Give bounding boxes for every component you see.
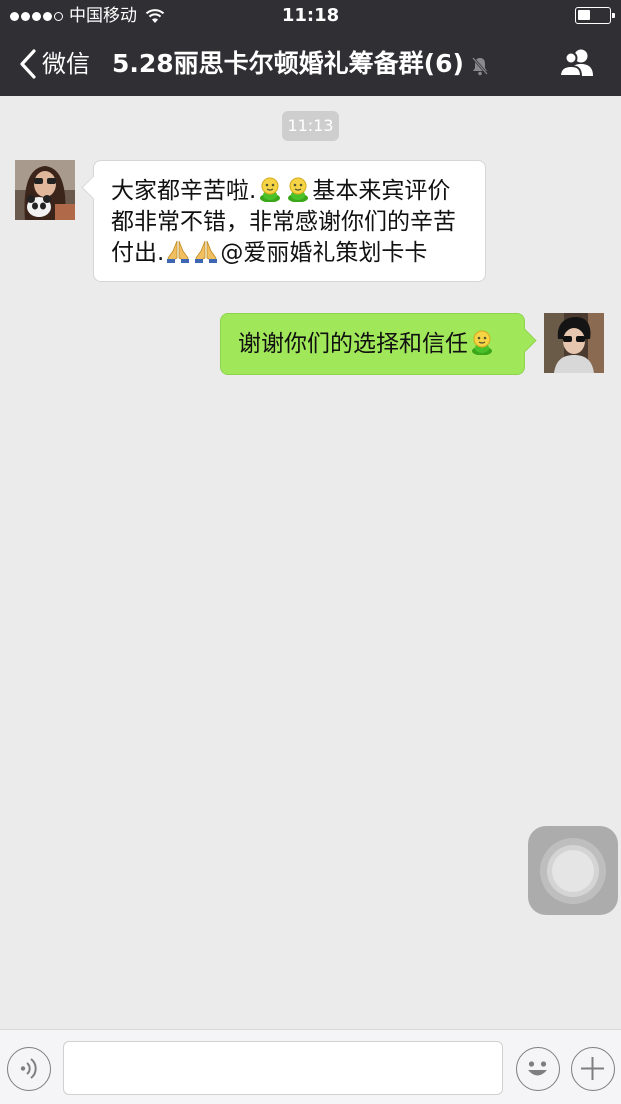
avatar-outgoing[interactable] bbox=[544, 313, 604, 373]
praying-hands-emoji-icon bbox=[165, 238, 191, 264]
assistive-touch-icon[interactable] bbox=[528, 826, 618, 915]
battery-icon bbox=[575, 7, 615, 24]
emoji-icon bbox=[528, 1061, 547, 1076]
back-label: 微信 bbox=[42, 50, 90, 78]
message-input[interactable] bbox=[63, 1041, 503, 1095]
message-line: 都非常不错，非常感谢你们的辛苦 bbox=[111, 209, 456, 235]
outgoing-message-bubble[interactable]: 谢谢你们的选择和信任 bbox=[220, 313, 525, 375]
more-button[interactable] bbox=[571, 1047, 615, 1091]
voice-button[interactable] bbox=[7, 1047, 51, 1091]
message-text: 付出. bbox=[111, 240, 165, 266]
message-text: 基本来宾评价 bbox=[312, 178, 451, 204]
message-text: 大家都辛苦啦. bbox=[111, 178, 257, 204]
avatar-incoming[interactable] bbox=[15, 160, 75, 220]
chat-area[interactable]: 11:13 大家都辛苦啦. 基本来宾评价 都非常不错，非常感谢你们的辛苦 付出. @… bbox=[0, 96, 621, 1029]
green-smiley-emoji-icon bbox=[469, 329, 495, 355]
message-timestamp: 11:13 bbox=[282, 111, 339, 141]
chat-title: 5.28丽思卡尔顿婚礼筹备群(6) bbox=[112, 46, 490, 82]
emoji-button[interactable] bbox=[516, 1047, 560, 1091]
nav-bar: 微信 5.28丽思卡尔顿婚礼筹备群(6) bbox=[0, 32, 621, 96]
green-smiley-emoji-icon bbox=[257, 176, 283, 202]
group-members-icon[interactable] bbox=[559, 48, 595, 78]
message-text: 谢谢你们的选择和信任 bbox=[238, 331, 468, 357]
green-smiley-emoji-icon bbox=[285, 176, 311, 202]
input-bar bbox=[0, 1029, 621, 1104]
message-mention: @爱丽婚礼策划卡卡 bbox=[220, 240, 428, 266]
status-time: 11:18 bbox=[281, 5, 340, 26]
top-header: 中国移动 11:18 微信 5.28丽思卡尔顿婚礼筹备群(6) bbox=[0, 0, 621, 96]
praying-hands-emoji-icon bbox=[193, 238, 219, 264]
message-line: 大家都辛苦啦. 基本来宾评价 bbox=[111, 176, 471, 207]
bell-muted-icon bbox=[471, 57, 488, 76]
status-bar: 中国移动 11:18 bbox=[0, 0, 621, 32]
avatar-woman-with-panda bbox=[15, 160, 75, 220]
voice-icon bbox=[20, 1058, 37, 1079]
incoming-message-bubble[interactable]: 大家都辛苦啦. 基本来宾评价 都非常不错，非常感谢你们的辛苦 付出. @爱丽婚礼策划… bbox=[93, 160, 486, 282]
avatar-person-sunglasses bbox=[544, 313, 604, 373]
back-button[interactable]: 微信 bbox=[18, 46, 90, 82]
chevron-left-icon bbox=[20, 49, 36, 79]
page-title: 5.28丽思卡尔顿婚礼筹备群(6) bbox=[112, 49, 464, 78]
plus-icon bbox=[581, 1057, 604, 1080]
message-line: 付出. @爱丽婚礼策划卡卡 bbox=[111, 238, 471, 269]
